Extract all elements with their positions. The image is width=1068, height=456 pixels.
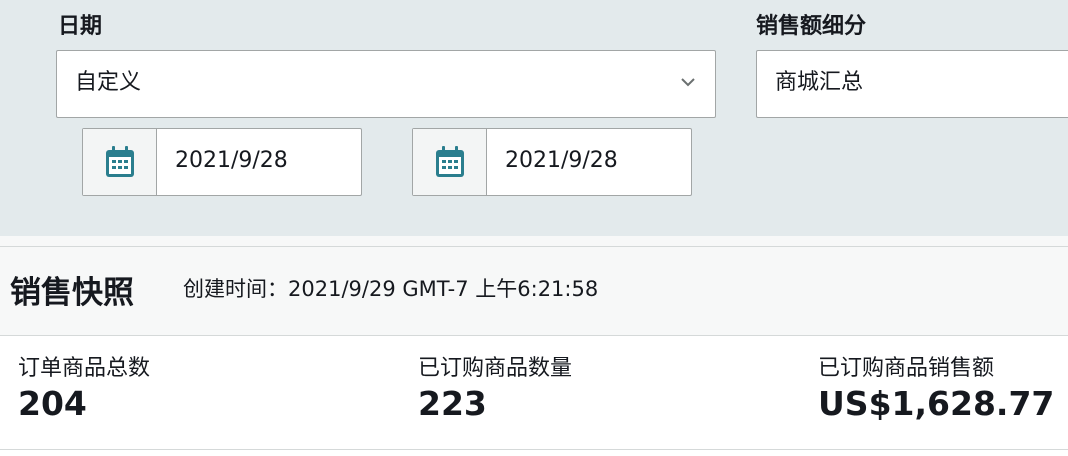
calendar-icon	[435, 146, 464, 177]
filter-panel: 日期 自定义 销售额细分 商城汇总 2021/9/28 2021/9/28	[0, 0, 1068, 236]
start-date-field[interactable]: 2021/9/28	[82, 128, 362, 196]
end-date-value: 2021/9/28	[505, 148, 618, 173]
calendar-icon	[105, 146, 134, 177]
metric-ordered-product-sales: 已订购商品销售额 US$1,628.77	[818, 350, 1054, 423]
sales-snapshot-header: 销售快照 创建时间：2021/9/29 GMT-7 上午6:21:58	[0, 246, 1068, 336]
start-date-value: 2021/9/28	[175, 148, 288, 173]
date-range-select[interactable]: 自定义	[56, 50, 716, 118]
start-date-calendar-button[interactable]	[83, 129, 157, 195]
sales-snapshot-title: 销售快照	[10, 275, 134, 311]
sales-breakdown-label: 销售额细分	[756, 14, 867, 39]
metric-label: 已订购商品销售额	[818, 356, 995, 381]
metric-units-ordered: 已订购商品数量 223	[418, 350, 572, 423]
sales-breakdown-value: 商城汇总	[775, 70, 864, 95]
divider	[0, 449, 1068, 450]
metric-label: 已订购商品数量	[418, 356, 573, 381]
sales-metrics: 订单商品总数 204 已订购商品数量 223 已订购商品销售额 US$1,628…	[0, 336, 1068, 456]
metric-total-order-items: 订单商品总数 204	[18, 350, 150, 423]
end-date-field[interactable]: 2021/9/28	[412, 128, 692, 196]
date-label: 日期	[58, 14, 103, 39]
date-range-value: 自定义	[75, 70, 142, 95]
metric-value: US$1,628.77	[818, 384, 1055, 423]
sales-breakdown-select[interactable]: 商城汇总	[756, 50, 1068, 118]
chevron-down-icon	[681, 78, 695, 87]
metric-value: 204	[18, 384, 87, 423]
snapshot-created-time: 创建时间：2021/9/29 GMT-7 上午6:21:58	[183, 277, 599, 301]
end-date-calendar-button[interactable]	[413, 129, 487, 195]
metric-value: 223	[418, 384, 487, 423]
metric-label: 订单商品总数	[18, 356, 151, 381]
